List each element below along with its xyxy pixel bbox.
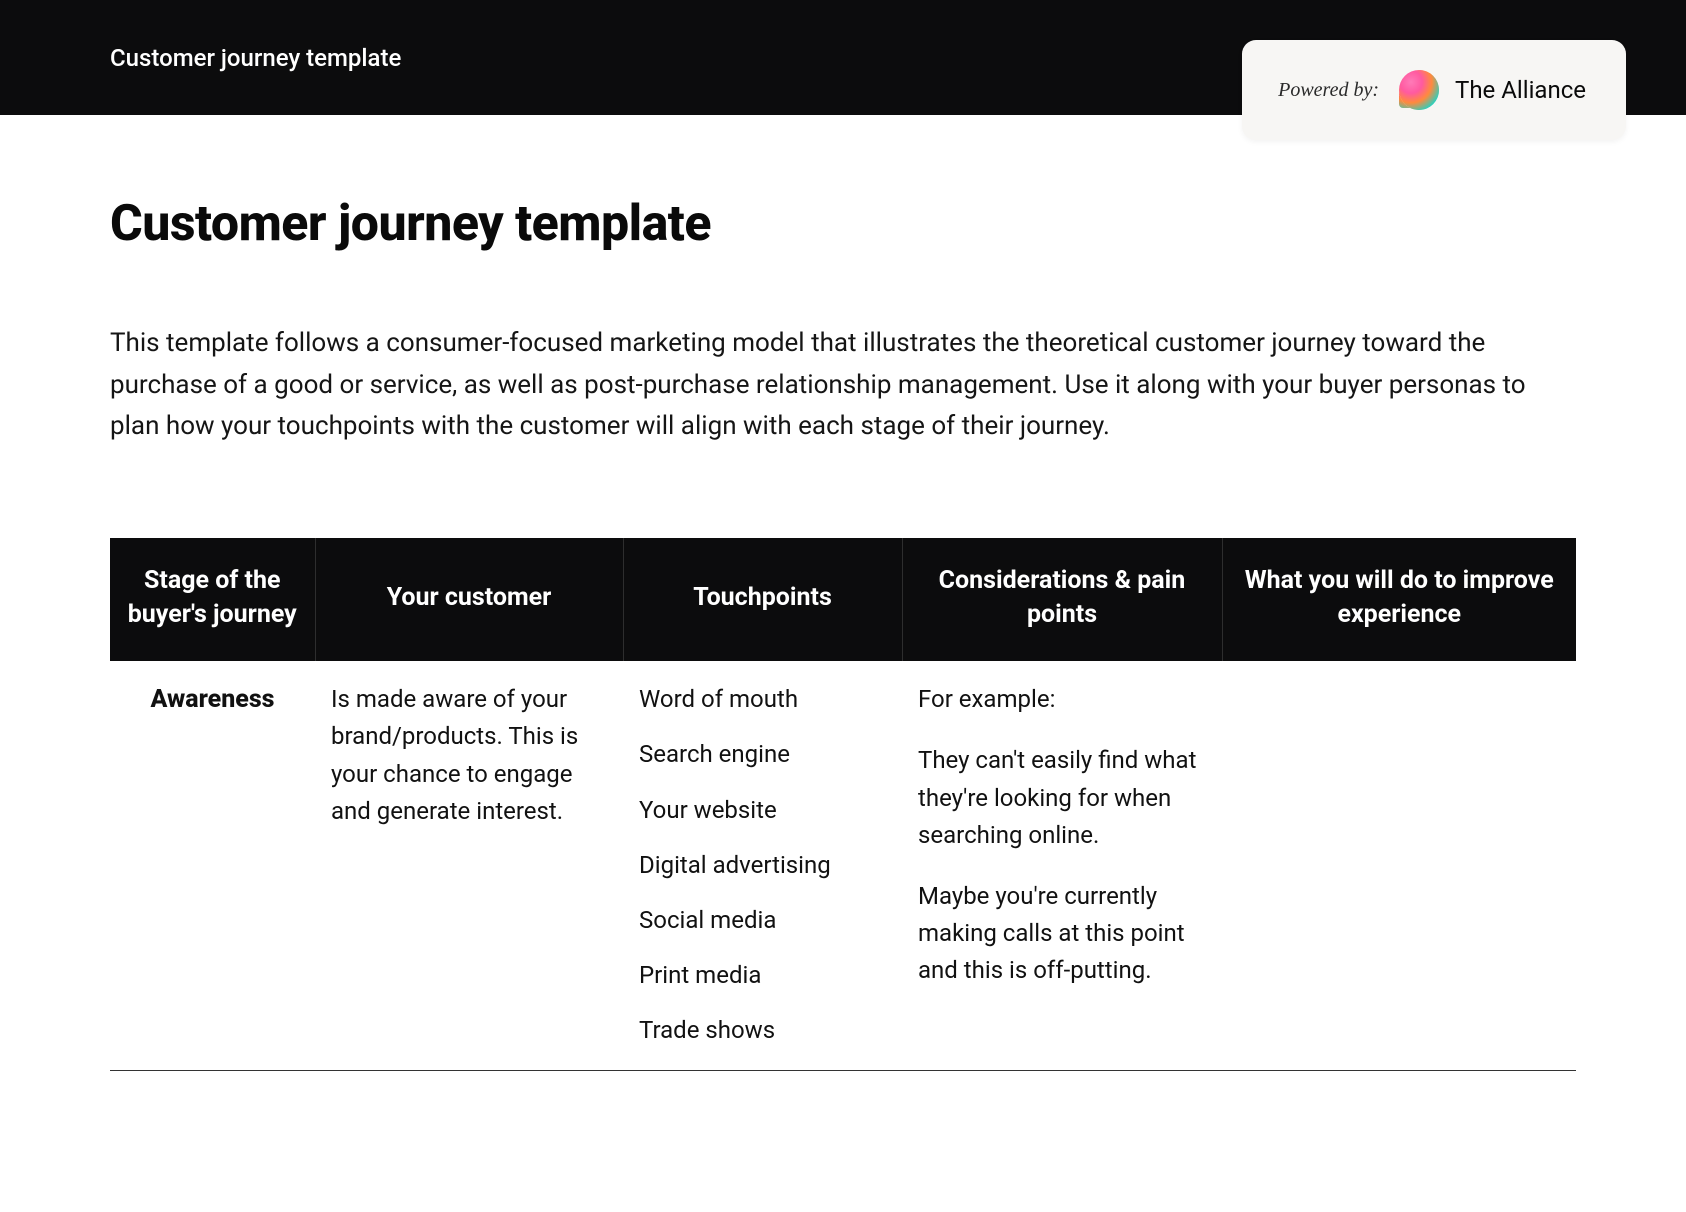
considerations-p2: Maybe you're currently making calls at t… — [918, 878, 1208, 990]
list-item: Search engine — [639, 736, 888, 773]
top-bar-title: Customer journey template — [110, 44, 401, 72]
cell-customer: Is made aware of your brand/products. Th… — [315, 661, 623, 1070]
header-touchpoints: Touchpoints — [623, 538, 902, 662]
intro-paragraph: This template follows a consumer-focused… — [110, 323, 1570, 448]
content-area: Customer journey template This template … — [0, 115, 1686, 1071]
header-customer: Your customer — [315, 538, 623, 662]
list-item: Social media — [639, 902, 888, 939]
header-considerations: Considerations & pain points — [902, 538, 1222, 662]
considerations-p1: They can't easily find what they're look… — [918, 742, 1208, 854]
list-item: Word of mouth — [639, 681, 888, 718]
list-item: Your website — [639, 792, 888, 829]
brand-name: The Alliance — [1455, 76, 1586, 104]
cell-considerations: For example: They can't easily find what… — [902, 661, 1222, 1070]
alliance-logo-icon — [1397, 68, 1441, 112]
powered-by-box: Powered by: The Alliance — [1242, 40, 1626, 140]
table-row: Awareness Is made aware of your brand/pr… — [110, 661, 1576, 1070]
list-item: Trade shows — [639, 1012, 888, 1049]
touchpoints-list: Word of mouth Search engine Your website… — [639, 681, 888, 1049]
list-item: Digital advertising — [639, 847, 888, 884]
cell-improve — [1222, 661, 1576, 1070]
table-header-row: Stage of the buyer's journey Your custom… — [110, 538, 1576, 662]
journey-table: Stage of the buyer's journey Your custom… — [110, 538, 1576, 1071]
list-item: Print media — [639, 957, 888, 994]
page-title: Customer journey template — [110, 195, 1576, 253]
top-bar: Customer journey template Powered by: — [0, 0, 1686, 115]
cell-stage: Awareness — [110, 661, 315, 1070]
considerations-lead: For example: — [918, 681, 1208, 718]
header-stage: Stage of the buyer's journey — [110, 538, 315, 662]
powered-by-label: Powered by: — [1278, 79, 1379, 102]
brand-wrap: The Alliance — [1397, 68, 1586, 112]
header-improve: What you will do to improve experience — [1222, 538, 1576, 662]
cell-touchpoints: Word of mouth Search engine Your website… — [623, 661, 902, 1070]
